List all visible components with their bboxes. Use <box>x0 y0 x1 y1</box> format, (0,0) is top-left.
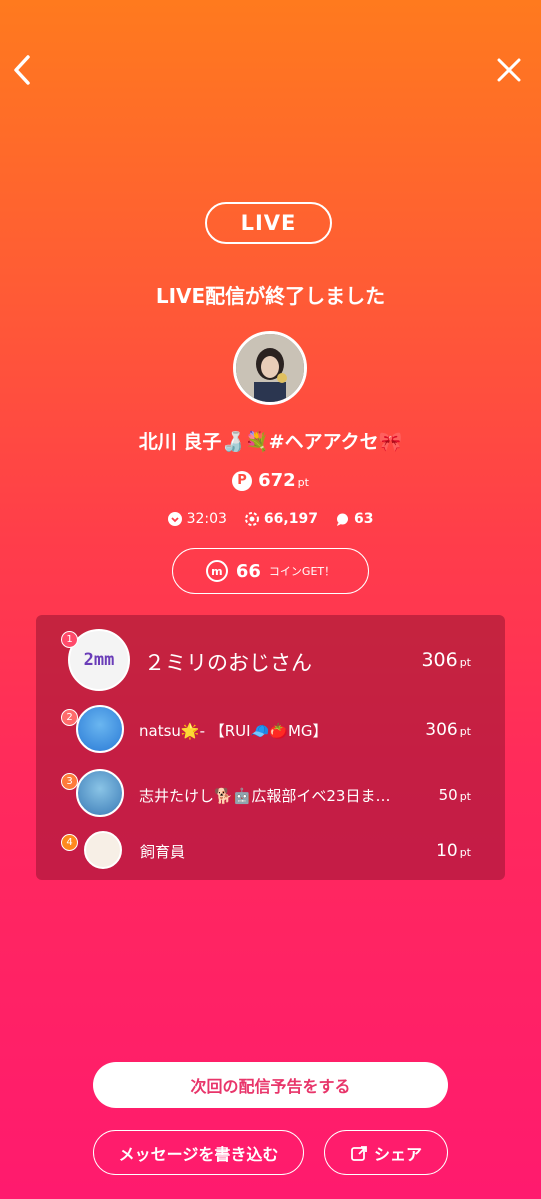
close-icon <box>497 58 521 82</box>
ranking-points: 306 pt <box>421 649 471 671</box>
back-button[interactable] <box>4 52 40 88</box>
schedule-next-stream-button[interactable]: 次回の配信予告をする <box>93 1062 448 1108</box>
ranking-avatar <box>76 769 124 817</box>
ranking-points: 10 pt <box>436 841 471 861</box>
stats-row: 32:03 66,197 63 <box>0 511 541 527</box>
ended-title: LIVE配信が終了しました <box>155 284 386 308</box>
streamer-avatar[interactable] <box>233 331 307 405</box>
ranking-list: 1 2mm ２ミリのおじさん 306 pt 2 natsu🌟- 【RUI🧢🍅MG】… <box>36 615 505 880</box>
ranking-row[interactable]: 1 2mm ２ミリのおじさん 306 pt <box>36 625 505 695</box>
coin-reward: m 66 コインGET！ <box>172 548 369 594</box>
ranking-avatar <box>76 705 124 753</box>
ranking-name: 志井たけし🐕🤖広報部イベ23日ま… <box>139 787 391 805</box>
coin-label: コインGET！ <box>268 565 336 578</box>
duration-stat: 32:03 <box>167 511 227 527</box>
rank-number: 1 <box>61 631 78 648</box>
points-row: P 672 pt <box>0 470 541 491</box>
streamer-name: 北川 良子🍶💐#ヘアアクセ🎀 <box>138 431 403 453</box>
avatar-text: 2mm <box>83 650 115 670</box>
ranking-avatar <box>84 831 122 869</box>
viewers-value: 66,197 <box>263 511 318 527</box>
viewers-icon <box>244 512 259 526</box>
points-icon: P <box>232 470 253 491</box>
close-button[interactable] <box>491 52 527 88</box>
rank-number: 2 <box>61 709 78 726</box>
share-label: シェア <box>373 1144 422 1164</box>
comments-stat: 63 <box>336 511 373 527</box>
chevron-left-icon <box>14 55 30 85</box>
ranking-row[interactable]: 3 志井たけし🐕🤖広報部イベ23日ま… 50 pt <box>36 767 505 823</box>
live-badge: LIVE <box>205 202 332 244</box>
duration-value: 32:03 <box>186 511 227 527</box>
write-message-button[interactable]: メッセージを書き込む <box>93 1130 304 1175</box>
share-icon <box>351 1145 367 1161</box>
viewers-stat: 66,197 <box>244 511 318 527</box>
ranking-points: 306 pt <box>425 720 471 740</box>
share-button[interactable]: シェア <box>324 1130 448 1175</box>
comments-value: 63 <box>353 511 374 527</box>
rank-number: 4 <box>61 834 78 851</box>
write-message-label: メッセージを書き込む <box>118 1144 279 1164</box>
ranking-name: 飼育員 <box>140 843 186 861</box>
ranking-name: natsu🌟- 【RUI🧢🍅MG】 <box>139 722 328 740</box>
comment-icon <box>336 513 348 526</box>
coin-amount: 66 <box>235 560 261 582</box>
points-value: 672 pt <box>258 470 309 491</box>
coin-icon: m <box>205 560 228 582</box>
ranking-name: ２ミリのおじさん <box>144 651 312 675</box>
clock-icon <box>167 512 182 526</box>
ranking-row[interactable]: 2 natsu🌟- 【RUI🧢🍅MG】 306 pt <box>36 703 505 759</box>
ranking-points: 50 pt <box>438 786 471 804</box>
ranking-row[interactable]: 4 飼育員 10 pt <box>36 829 505 873</box>
rank-number: 3 <box>61 773 78 790</box>
